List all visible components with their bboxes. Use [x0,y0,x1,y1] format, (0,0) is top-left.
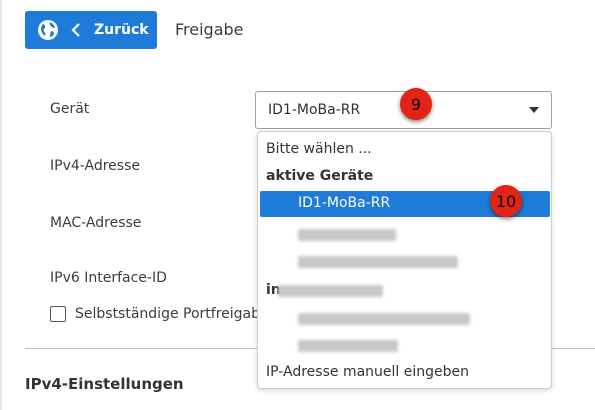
ipv4-label: IPv4-Adresse [50,158,140,174]
device-label: Gerät [50,101,90,117]
back-button-label: Zurück [94,22,149,38]
option-redacted[interactable] [298,256,458,268]
option-selected-label: ID1-MoBa-RR [298,195,391,211]
option-redacted[interactable] [298,313,470,325]
mac-label: MAC-Adresse [50,215,142,231]
breadcrumb: Freigabe [175,20,244,39]
back-button[interactable]: Zurück [25,11,157,49]
annotation-badge-9: 9 [400,88,432,120]
section-title: IPv4-Einstellungen [25,375,184,393]
option-redacted[interactable] [298,340,398,352]
device-select-value: ID1-MoBa-RR [268,102,361,118]
group-label-redacted [278,285,383,297]
device-dropdown-list: Bitte wählen ... aktive Geräte ID1-MoBa-… [257,131,552,389]
caret-down-icon [529,107,539,113]
chevron-left-icon [71,23,81,37]
globe-icon [37,19,59,41]
option-redacted[interactable] [298,229,396,241]
group-active-devices: aktive Geräte [266,168,374,184]
option-manual-ip[interactable]: IP-Adresse manuell eingeben [266,364,469,380]
ipv6-label: IPv6 Interface-ID [50,270,167,286]
auto-port-label: Selbstständige Portfreigab [75,306,261,322]
page-left-border [0,0,2,410]
auto-port-checkbox[interactable] [50,306,66,322]
option-placeholder[interactable]: Bitte wählen ... [266,141,372,157]
annotation-badge-10: 10 [490,185,522,217]
